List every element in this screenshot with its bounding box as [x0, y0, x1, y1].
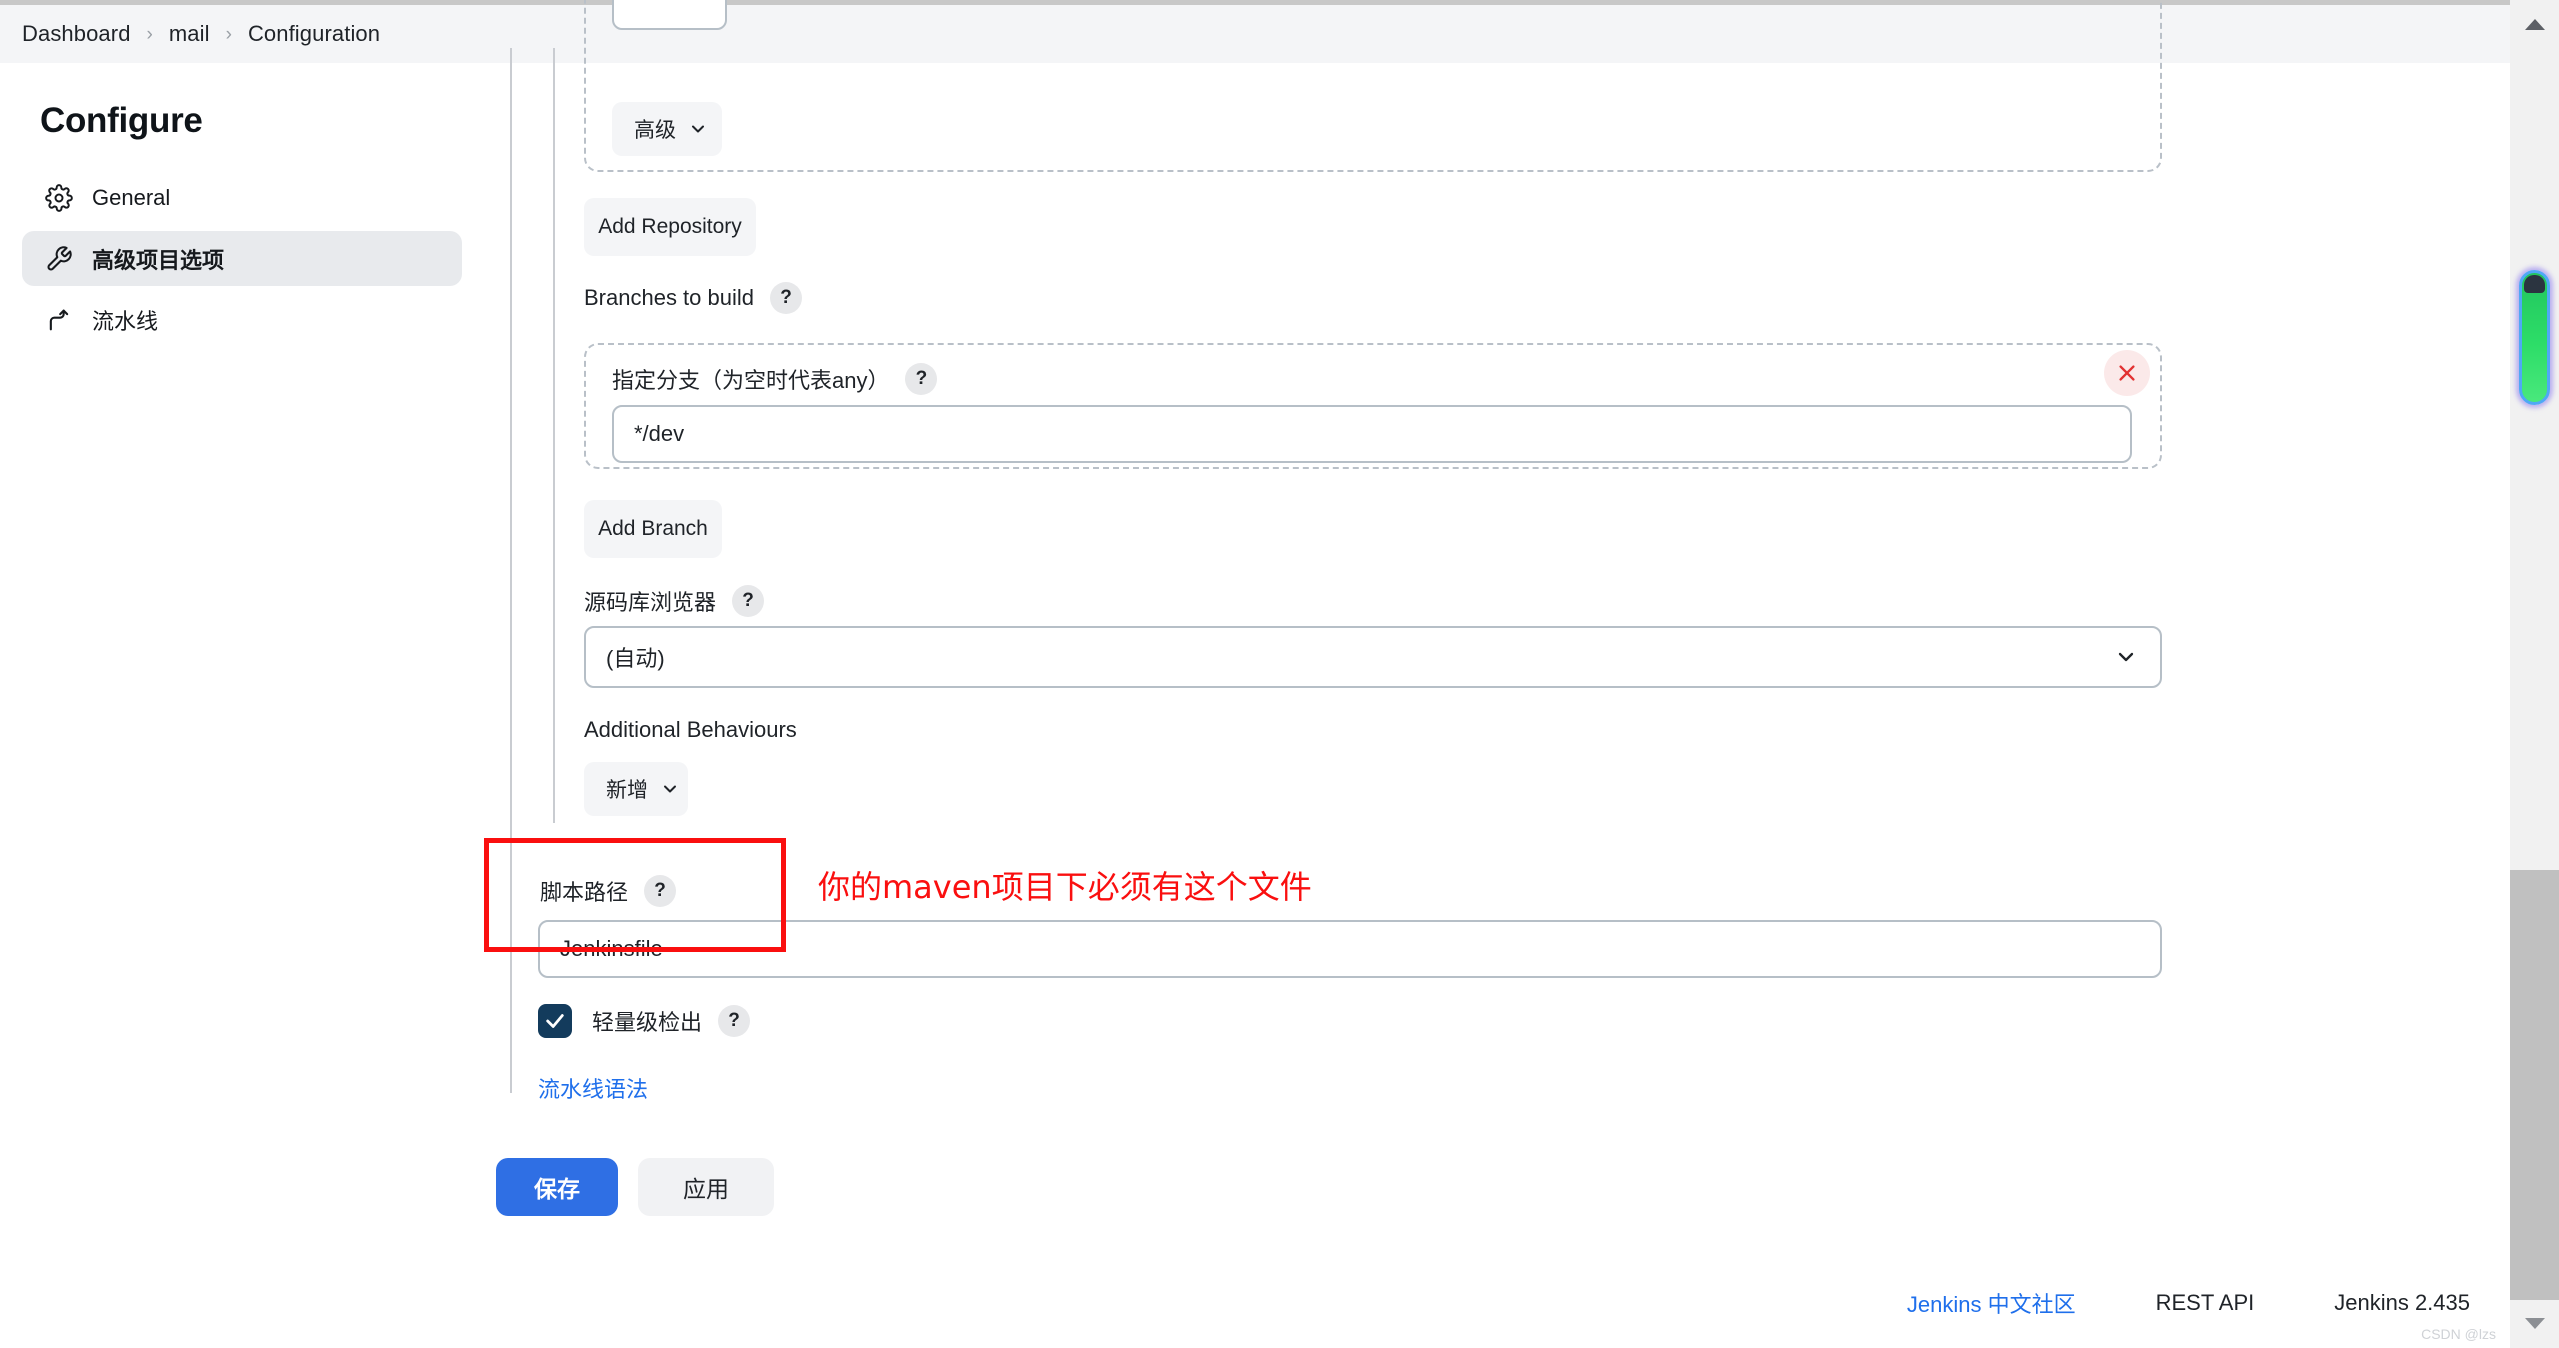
help-icon-lightweight-checkout[interactable]: ?	[718, 1005, 750, 1037]
lightweight-checkout-checkbox[interactable]	[538, 1004, 572, 1038]
vertical-scrollbar[interactable]	[2510, 0, 2559, 1348]
repository-url-input-cropped[interactable]	[612, 0, 727, 30]
close-icon	[2116, 362, 2138, 384]
additional-behaviours-label: Additional Behaviours	[584, 717, 797, 743]
script-path-label: 脚本路径 ?	[540, 875, 676, 907]
footer-version: Jenkins 2.435	[2334, 1290, 2470, 1316]
repository-group	[584, 0, 2162, 172]
footer: Jenkins 中文社区 REST API Jenkins 2.435	[0, 1258, 2510, 1348]
apply-button[interactable]: 应用	[638, 1158, 774, 1216]
help-icon-branches-to-build[interactable]: ?	[770, 282, 802, 314]
advanced-button-label: 高级	[634, 114, 676, 144]
add-branch-button[interactable]: Add Branch	[584, 500, 722, 558]
save-button[interactable]: 保存	[496, 1158, 618, 1216]
help-icon-script-path[interactable]: ?	[644, 875, 676, 907]
repo-browser-text: 源码库浏览器	[584, 585, 716, 617]
branches-to-build-text: Branches to build	[584, 285, 754, 311]
script-path-text: 脚本路径	[540, 875, 628, 907]
lightweight-checkout-row: 轻量级检出 ?	[538, 1004, 750, 1038]
annotation-note: 你的maven项目下必须有这个文件	[818, 862, 1312, 908]
section-divider-inner	[553, 48, 555, 823]
scrollbar-down-arrow[interactable]	[2510, 1300, 2559, 1348]
help-icon-branch-spec[interactable]: ?	[905, 363, 937, 395]
branches-to-build-label: Branches to build ?	[584, 282, 802, 314]
pipeline-syntax-link[interactable]: 流水线语法	[538, 1072, 648, 1104]
section-divider-outer	[510, 48, 512, 1093]
repo-browser-label: 源码库浏览器 ?	[584, 585, 764, 617]
lightweight-checkout-text: 轻量级检出	[592, 1005, 702, 1037]
branch-spec-label: 指定分支（为空时代表any） ?	[612, 363, 937, 395]
main-content: 高级 Add Repository Branches to build ? 指定…	[0, 0, 2510, 1348]
add-behaviour-button-label: 新增	[606, 774, 648, 804]
chevron-down-icon	[2114, 645, 2138, 669]
scrollbar-thumb[interactable]	[2519, 270, 2550, 405]
scrollbar-up-arrow[interactable]	[2510, 0, 2559, 48]
advanced-button[interactable]: 高级	[612, 102, 722, 156]
branch-spec-text: 指定分支（为空时代表any）	[612, 363, 889, 395]
footer-rest-api-link[interactable]: REST API	[2156, 1290, 2255, 1316]
script-path-input[interactable]	[538, 920, 2162, 978]
watermark: CSDN @lzs	[2421, 1326, 2496, 1342]
help-icon-repo-browser[interactable]: ?	[732, 585, 764, 617]
chevron-down-icon	[688, 119, 708, 139]
add-behaviour-button[interactable]: 新增	[584, 762, 688, 816]
repo-browser-value: (自动)	[606, 641, 665, 673]
scrollbar-track-lower[interactable]	[2510, 870, 2559, 1300]
chevron-down-icon	[660, 779, 680, 799]
repo-browser-select[interactable]: (自动)	[584, 626, 2162, 688]
jenkins-configure-page: Dashboard › mail › Configuration Configu…	[0, 0, 2559, 1348]
lightweight-checkout-label: 轻量级检出 ?	[592, 1005, 750, 1037]
add-repository-button[interactable]: Add Repository	[584, 198, 756, 256]
delete-branch-button[interactable]	[2104, 350, 2150, 396]
footer-community-link[interactable]: Jenkins 中文社区	[1907, 1287, 2076, 1319]
branch-spec-input[interactable]	[612, 405, 2132, 463]
